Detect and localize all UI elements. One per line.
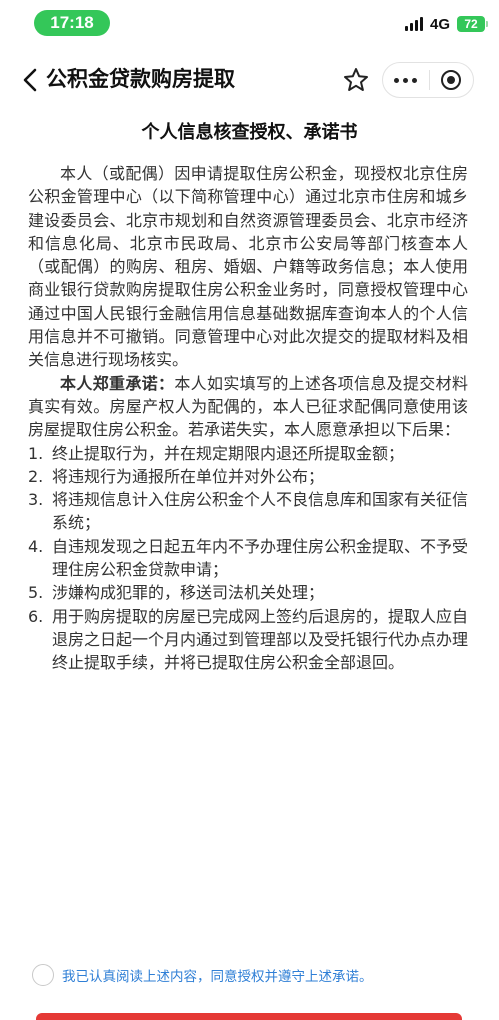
confirm-button[interactable] (36, 1013, 462, 1020)
status-indicators: 4G 72 (404, 14, 488, 34)
agreement-row[interactable]: 我已认真阅读上述内容，同意授权并遵守上述承诺。 (32, 962, 373, 988)
status-time: 17:18 (34, 10, 110, 36)
mini-program-capsule (382, 62, 474, 98)
more-options-icon[interactable] (383, 63, 429, 97)
consequence-list: 1. 终止提取行为，并在规定期限内退还所提取金额； 2. 将违规行为通报所在单位并对… (28, 442, 468, 675)
nav-bar: 公积金贷款购房提取 (0, 50, 499, 108)
list-item: 5. 涉嫌构成犯罪的，移送司法机关处理； (28, 583, 325, 603)
agreement-checkbox[interactable] (32, 964, 54, 986)
list-item: 1. 终止提取行为，并在规定期限内退还所提取金额； (28, 443, 405, 463)
status-bar: 17:18 4G 72 (0, 0, 499, 48)
list-item: 3. 将违规信息计入住房公积金个人不良信息库和国家有关征信系统； (28, 490, 469, 533)
list-item: 2. 将违规行为通报所在单位并对外公布； (28, 466, 325, 486)
battery-level: 72 (464, 17, 478, 31)
list-item: 6. 用于购房提取的房屋已完成网上签约后退房的，提取人应自退房之日起一个月内通过到… (28, 606, 469, 673)
favorite-star-icon[interactable] (342, 66, 370, 94)
agreement-text[interactable]: 我已认真阅读上述内容，同意授权并遵守上述承诺。 (62, 965, 373, 985)
document-title: 个人信息核查授权、承诺书 (141, 122, 358, 143)
close-target-icon[interactable] (429, 63, 473, 97)
network-type: 4G (429, 15, 450, 33)
signal-icon (404, 17, 423, 31)
pledge-paragraph: 本人郑重承诺：本人如实填写的上述各项信息及提交材料真实有效。房屋产权人为配偶的，… (28, 372, 468, 442)
back-arrow-icon[interactable] (18, 67, 44, 93)
document-body: 本人（或配偶）因申请提取住房公积金，现授权北京住房公积金管理中心（以下简称管理中… (28, 162, 468, 675)
authorization-paragraph: 本人（或配偶）因申请提取住房公积金，现授权北京住房公积金管理中心（以下简称管理中… (28, 164, 468, 370)
list-item: 4. 自违规发现之日起五年内不予办理住房公积金提取、不予受理住房公积金贷款申请； (28, 536, 469, 580)
page: 17:18 4G 72 公积金贷款购房提取 个人信息核查授权、承诺书 本人（或配… (0, 0, 499, 1020)
page-title: 公积金贷款购房提取 (46, 67, 235, 91)
battery-icon: 72 (457, 16, 488, 32)
pledge-lead: 本人郑重承诺： (60, 373, 175, 393)
